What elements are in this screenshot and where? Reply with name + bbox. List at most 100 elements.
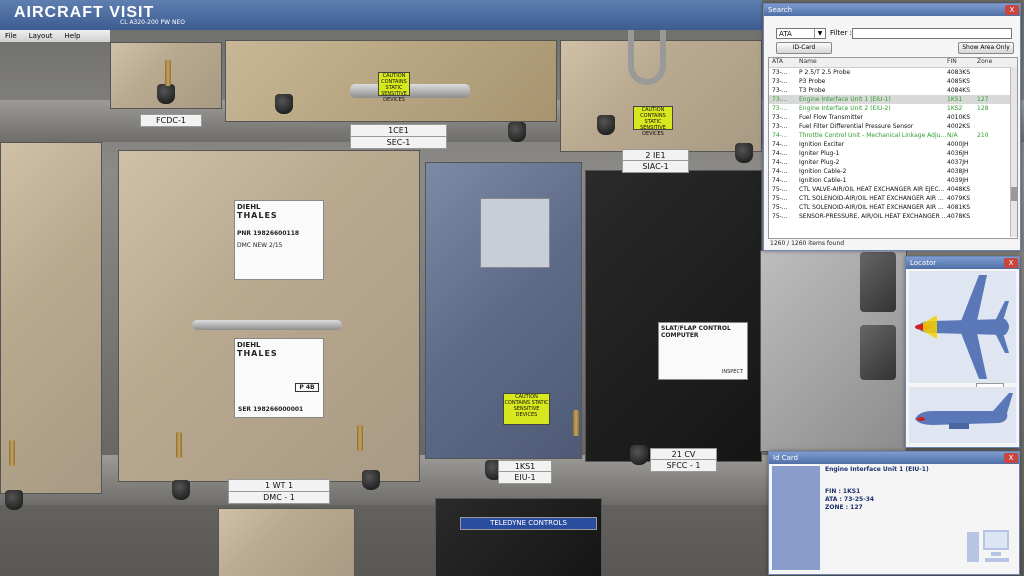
- fcdc-label: FCDC-1: [140, 114, 202, 127]
- result-row[interactable]: 74-... Ignition Cable-1 4039JH: [769, 176, 1017, 185]
- result-cell-ata: 73-...: [772, 69, 788, 76]
- knob: [172, 480, 190, 500]
- result-row[interactable]: 73-... P 2.5/T 2.5 Probe 4083KS: [769, 68, 1017, 77]
- result-cell-zone: [977, 176, 1007, 185]
- scrollbar-thumb[interactable]: [1011, 187, 1017, 201]
- caution-sticker-sec: CAUTION CONTAINS STATIC SENSITIVE DEVICE…: [378, 72, 410, 103]
- menu-layout[interactable]: Layout: [24, 30, 58, 42]
- id-card-close-button[interactable]: X: [1004, 453, 1018, 463]
- knob: [275, 94, 293, 114]
- result-cell-zone: [977, 77, 1007, 86]
- locator-panel-header[interactable]: Locator X: [906, 257, 1019, 269]
- sec-handle: [350, 84, 470, 98]
- result-cell-fin: 1KS2: [947, 105, 963, 112]
- sec-label: SEC-1: [350, 136, 447, 149]
- caution-sticker-eiu: CAUTION CONTAINS STATIC SENSITIVE DEVICE…: [503, 393, 550, 425]
- result-cell-ata: 74-...: [772, 132, 788, 139]
- airplane-side-view-icon: [915, 393, 1013, 429]
- connector-upper: [860, 252, 896, 312]
- search-panel-title: Search: [768, 6, 793, 14]
- sfcc-box[interactable]: [585, 170, 762, 462]
- result-cell-name: P 2.5/T 2.5 Probe: [799, 69, 851, 76]
- dmc-handle[interactable]: [192, 320, 342, 330]
- results-scrollbar[interactable]: [1010, 67, 1017, 237]
- col-zone[interactable]: Zone: [977, 58, 1007, 67]
- result-row[interactable]: 74-... Igniter Plug-2 4037JH: [769, 158, 1017, 167]
- search-type-select[interactable]: ATA ▼: [776, 28, 826, 39]
- result-row[interactable]: 73-... Engine Interface Unit 2 (EIU-2) 1KS…: [769, 104, 1017, 113]
- result-cell-name: P3 Probe: [799, 78, 826, 85]
- result-cell-zone: [977, 167, 1007, 176]
- screw: [165, 60, 171, 86]
- screw: [176, 432, 182, 458]
- locator-top-view[interactable]: [909, 271, 1016, 383]
- dmc-sticker-top: DIEHL THALES PNR 19826600118 DMC NEW 2/1…: [234, 200, 324, 280]
- result-cell-ata: 74-...: [772, 150, 788, 157]
- app-header: AIRCRAFT VISIT CL A320-200 PW NEO: [0, 0, 762, 30]
- result-cell-name: Ignition Cable-1: [799, 177, 847, 184]
- eiu-sticker: [480, 198, 550, 268]
- id-card-panel-header[interactable]: Id Card X: [769, 452, 1019, 464]
- result-cell-ata: 75-...: [772, 186, 788, 193]
- search-panel-header[interactable]: Search X: [764, 4, 1020, 16]
- locator-panel-title: Locator: [910, 259, 937, 267]
- teledyne-box[interactable]: [435, 498, 602, 576]
- id-card-ata: ATA : 73-25-34: [825, 496, 875, 503]
- result-cell-zone: [977, 158, 1007, 167]
- result-cell-fin: 4038JH: [947, 168, 969, 175]
- locator-side-view[interactable]: [909, 387, 1016, 443]
- id-card-zone: ZONE : 127: [825, 504, 863, 511]
- result-cell-zone: [977, 185, 1007, 194]
- locator-close-button[interactable]: X: [1004, 258, 1018, 268]
- result-cell-fin: 4036JH: [947, 150, 969, 157]
- search-close-button[interactable]: X: [1005, 5, 1019, 15]
- result-cell-name: T3 Probe: [799, 87, 826, 94]
- col-ata[interactable]: ATA: [769, 58, 799, 67]
- result-cell-name: CTL VALVE-AIR/OIL HEAT EXCHANGER AIR EJE…: [799, 186, 945, 193]
- result-cell-name: SENSOR-PRESSURE, AIR/OIL HEAT EXCHANGER …: [799, 213, 947, 220]
- screw: [357, 425, 363, 451]
- result-row[interactable]: 73-... Engine Interface Unit 1 (EIU-1) 1KS…: [769, 95, 1017, 104]
- id-card-component-name: Engine Interface Unit 1 (EIU-1): [825, 466, 929, 473]
- id-card-button[interactable]: ID-Card: [776, 42, 832, 54]
- computer-icon: [967, 530, 1009, 562]
- result-row[interactable]: 73-... Fuel Filter Differential Pressure …: [769, 122, 1017, 131]
- col-fin[interactable]: FIN: [947, 58, 977, 67]
- menu-file[interactable]: File: [0, 30, 22, 42]
- result-cell-ata: 75-...: [772, 204, 788, 211]
- results-column-headers: ATA Name FIN Zone: [769, 58, 1017, 68]
- result-cell-fin: 4000JH: [947, 141, 969, 148]
- result-cell-fin: 4079KS: [947, 195, 971, 202]
- result-row[interactable]: 73-... Fuel Flow Transmitter 4010KS: [769, 113, 1017, 122]
- result-cell-ata: 73-...: [772, 105, 788, 112]
- result-row[interactable]: 74-... Ignition Cable-2 4038JH: [769, 167, 1017, 176]
- knob: [508, 122, 526, 142]
- result-row[interactable]: 74-... Throttle Control Unit - Mechanical…: [769, 131, 1017, 140]
- result-cell-ata: 74-...: [772, 141, 788, 148]
- menu-help[interactable]: Help: [60, 30, 86, 42]
- result-cell-ata: 75-...: [772, 213, 788, 220]
- airplane-top-view-icon: [915, 275, 1009, 379]
- result-row[interactable]: 75-... CTL VALVE-AIR/OIL HEAT EXCHANGER A…: [769, 185, 1017, 194]
- result-row[interactable]: 74-... Ignition Exciter 4000JH: [769, 140, 1017, 149]
- col-name[interactable]: Name: [799, 58, 947, 67]
- result-row[interactable]: 73-... T3 Probe 4084KS: [769, 86, 1017, 95]
- siac-handle: [628, 30, 666, 85]
- result-cell-name: Ignition Exciter: [799, 141, 845, 148]
- show-area-only-button[interactable]: Show Area Only: [958, 42, 1014, 54]
- result-row[interactable]: 75-... CTL SOLENOID-AIR/OIL HEAT EXCHANGE…: [769, 194, 1017, 203]
- result-row[interactable]: 75-... SENSOR-PRESSURE, AIR/OIL HEAT EXCH…: [769, 212, 1017, 221]
- result-row[interactable]: 75-... CTL SOLENOID-AIR/OIL HEAT EXCHANGE…: [769, 203, 1017, 212]
- result-cell-fin: 4081KS: [947, 204, 971, 211]
- caution-sticker-siac: CAUTION CONTAINS STATIC SENSITIVE DEVICE…: [633, 106, 673, 137]
- filter-input[interactable]: [852, 28, 1012, 39]
- result-cell-fin: 4048KS: [947, 186, 971, 193]
- results-rows: 73-... P 2.5/T 2.5 Probe 4083KS 73-... P3 Pr…: [769, 68, 1017, 221]
- left-edge-box[interactable]: [0, 142, 102, 494]
- result-row[interactable]: 74-... Igniter Plug-1 4036JH: [769, 149, 1017, 158]
- app-subtitle: CL A320-200 PW NEO: [120, 19, 185, 26]
- result-row[interactable]: 73-... P3 Probe 4085KS: [769, 77, 1017, 86]
- menu-bar: File Layout Help: [0, 30, 110, 42]
- result-cell-fin: 4084KS: [947, 87, 971, 94]
- result-cell-ata: 74-...: [772, 159, 788, 166]
